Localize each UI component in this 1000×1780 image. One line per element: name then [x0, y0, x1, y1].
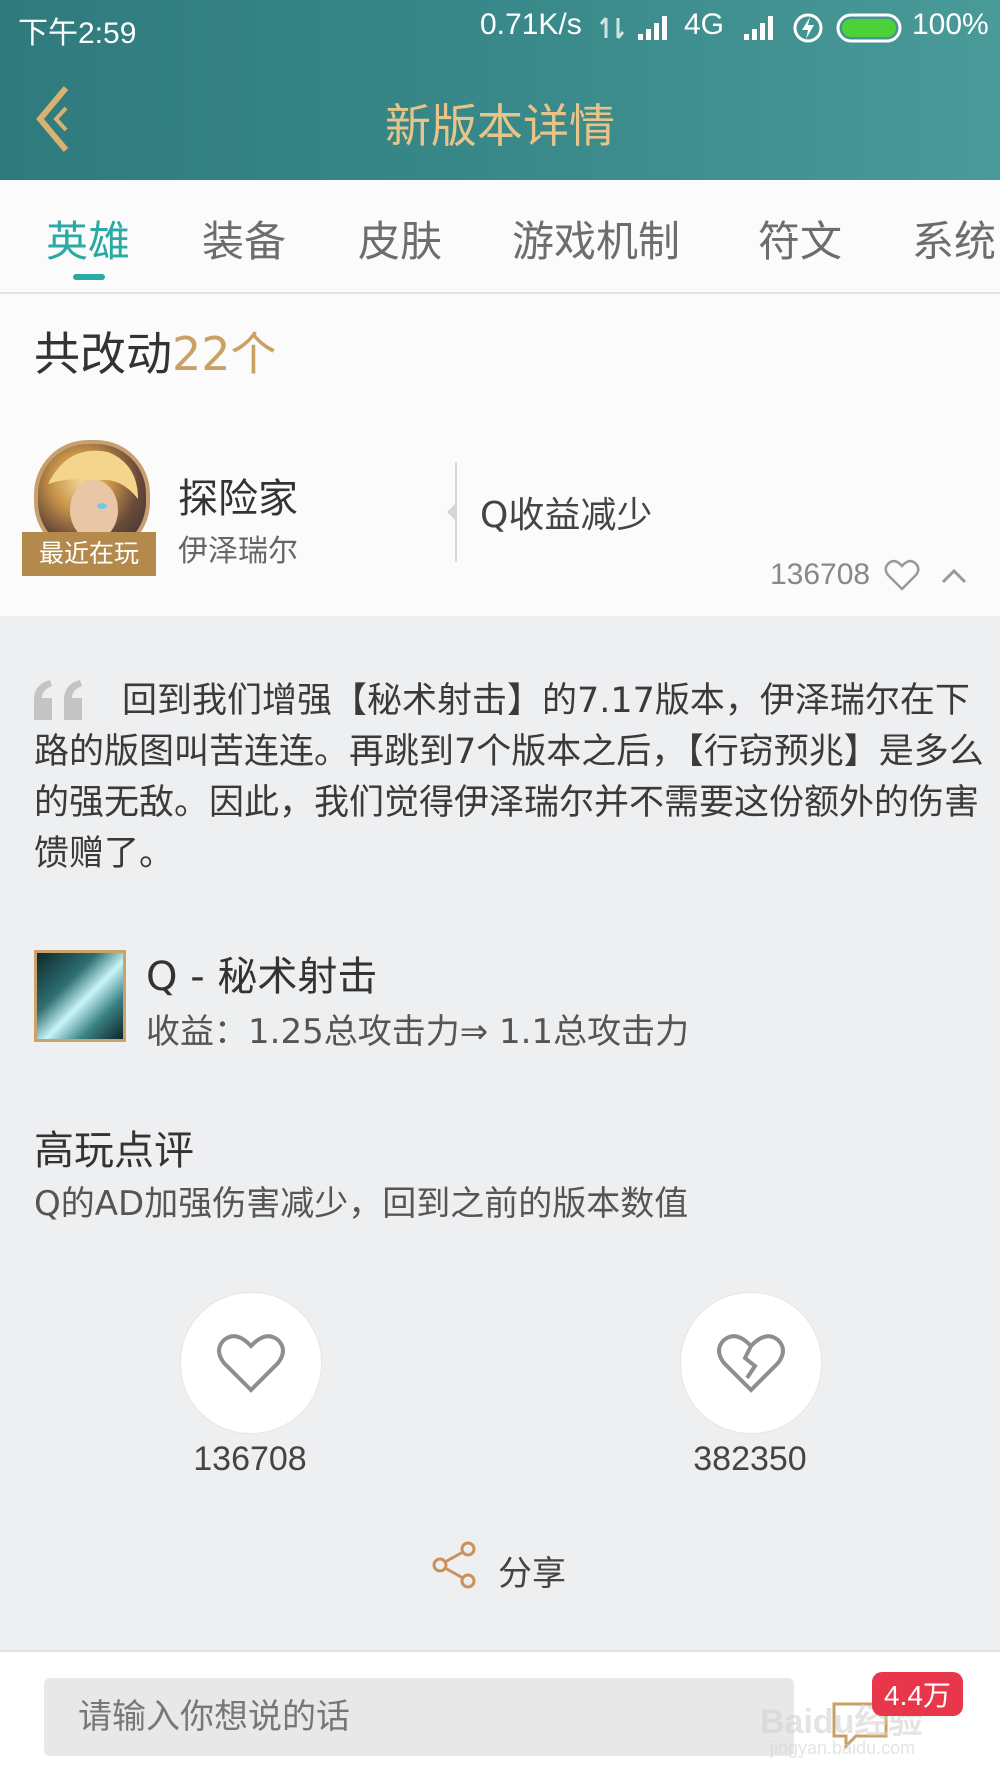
- battery-icon: [836, 13, 902, 43]
- status-battery: 100%: [912, 8, 989, 41]
- like-button[interactable]: [180, 1292, 322, 1434]
- expert-review-text: Q的AD加强伤害减少，回到之前的版本数值: [34, 1184, 689, 1224]
- heart-outline-icon[interactable]: [884, 558, 920, 592]
- divider-notch: [447, 502, 457, 522]
- skill-name: Q - 秘术射击: [146, 954, 378, 1000]
- status-time: 下午2:59: [18, 17, 137, 50]
- change-description: 回到我们增强【秘术射击】的7.17版本，伊泽瑞尔在下路的版图叫苦连连。再跳到7个…: [34, 681, 984, 874]
- status-network-speed: 0.71K/s: [480, 8, 582, 41]
- page-title: 新版本详情: [385, 99, 615, 153]
- expert-review-title: 高玩点评: [34, 1128, 194, 1174]
- tab-items[interactable]: 装备: [202, 208, 286, 269]
- app-header: 下午2:59 0.71K/s 4G 100% 新版本详情: [0, 0, 1000, 180]
- change-count-prefix: 共改动: [34, 327, 172, 381]
- tab-skins[interactable]: 皮肤: [358, 208, 442, 269]
- share-icon[interactable]: [430, 1540, 480, 1590]
- summary-like-count: 136708: [770, 558, 871, 591]
- category-tabs: 英雄 装备 皮肤 游戏机制 符文 系统: [0, 180, 1000, 294]
- skill-change: 收益：1.25总攻击力⇒ 1.1总攻击力: [146, 1012, 690, 1052]
- recently-played-badge: 最近在玩: [22, 532, 156, 576]
- skill-q-icon: [34, 950, 126, 1042]
- champion-title: 探险家: [178, 476, 298, 522]
- share-button[interactable]: 分享: [498, 1546, 566, 1595]
- status-network-type: 4G: [684, 8, 725, 41]
- comment-input[interactable]: [44, 1678, 794, 1756]
- heart-icon: [217, 1334, 285, 1393]
- dislike-count: 382350: [693, 1440, 807, 1478]
- dislike-button[interactable]: [680, 1292, 822, 1434]
- change-count-number: 22个: [172, 327, 277, 381]
- data-transfer-icon: [599, 17, 625, 39]
- watermark-url: jingyan.baidu.com: [770, 1738, 916, 1758]
- collapse-chevron-icon[interactable]: [940, 564, 968, 588]
- tab-heroes[interactable]: 英雄: [46, 208, 130, 269]
- change-summary: Q收益减少: [480, 495, 653, 536]
- tab-runes[interactable]: 符文: [758, 208, 842, 269]
- change-count: 共改动22个: [34, 318, 277, 384]
- broken-heart-icon: [717, 1334, 785, 1393]
- comment-bar: Baidu经验 jingyan.baidu.com 4.4万: [0, 1650, 1000, 1780]
- champion-summary-card[interactable]: 共改动22个 最近在玩 探险家 伊泽瑞尔 Q收益减少 136708: [0, 294, 1000, 616]
- tab-system[interactable]: 系统: [912, 208, 996, 269]
- like-count: 136708: [193, 1440, 307, 1478]
- comment-count-badge: 4.4万: [872, 1672, 963, 1716]
- active-tab-indicator: [73, 274, 105, 280]
- champion-name: 伊泽瑞尔: [178, 534, 298, 569]
- signal-icon: [638, 16, 667, 40]
- signal-icon-2: [744, 16, 773, 40]
- tab-game-mechanics[interactable]: 游戏机制: [512, 208, 680, 269]
- charging-icon: [793, 13, 823, 43]
